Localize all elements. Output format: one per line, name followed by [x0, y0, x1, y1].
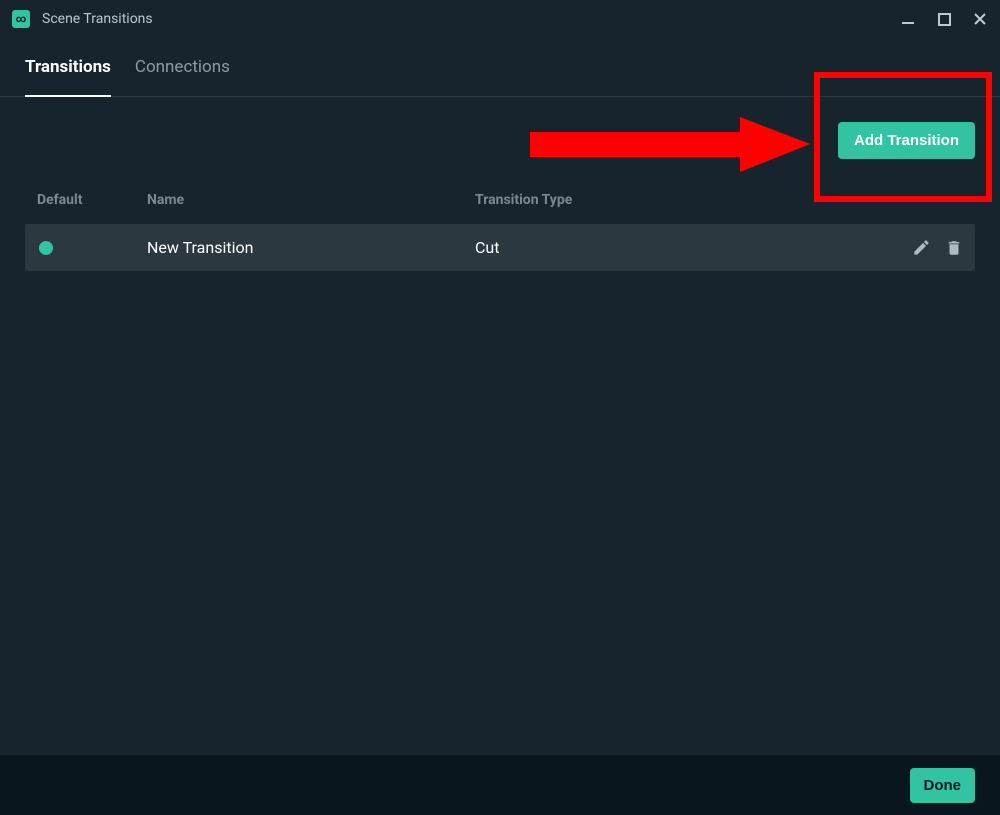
cell-name: New Transition — [147, 238, 475, 257]
add-transition-button[interactable]: Add Transition — [838, 122, 975, 159]
tabs: Transitions Connections — [0, 38, 1000, 97]
close-button[interactable] — [972, 11, 988, 27]
footer: Done — [0, 755, 1000, 815]
table-row[interactable]: New Transition Cut — [25, 224, 975, 271]
cell-type: Cut — [475, 238, 873, 257]
maximize-button[interactable] — [936, 11, 952, 27]
tab-transitions[interactable]: Transitions — [25, 39, 111, 97]
row-actions — [873, 238, 963, 257]
tab-connections[interactable]: Connections — [135, 39, 230, 97]
cell-default — [37, 241, 147, 255]
edit-icon[interactable] — [912, 238, 931, 257]
header-type: Transition Type — [475, 192, 873, 208]
header-default: Default — [37, 192, 147, 208]
app-icon: ∞ — [12, 10, 30, 28]
delete-icon[interactable] — [945, 239, 963, 257]
table-header: Default Name Transition Type — [25, 184, 975, 216]
content-area: Add Transition Default Name Transition T… — [0, 97, 1000, 296]
default-indicator-icon — [39, 241, 53, 255]
header-name: Name — [147, 192, 475, 208]
transitions-table: Default Name Transition Type New Transit… — [25, 184, 975, 271]
window-title: Scene Transitions — [42, 11, 900, 27]
done-button[interactable]: Done — [910, 768, 976, 803]
header-actions — [873, 192, 963, 208]
minimize-button[interactable] — [900, 11, 916, 27]
window-controls — [900, 11, 988, 27]
add-button-row: Add Transition — [25, 122, 975, 159]
titlebar: ∞ Scene Transitions — [0, 0, 1000, 38]
